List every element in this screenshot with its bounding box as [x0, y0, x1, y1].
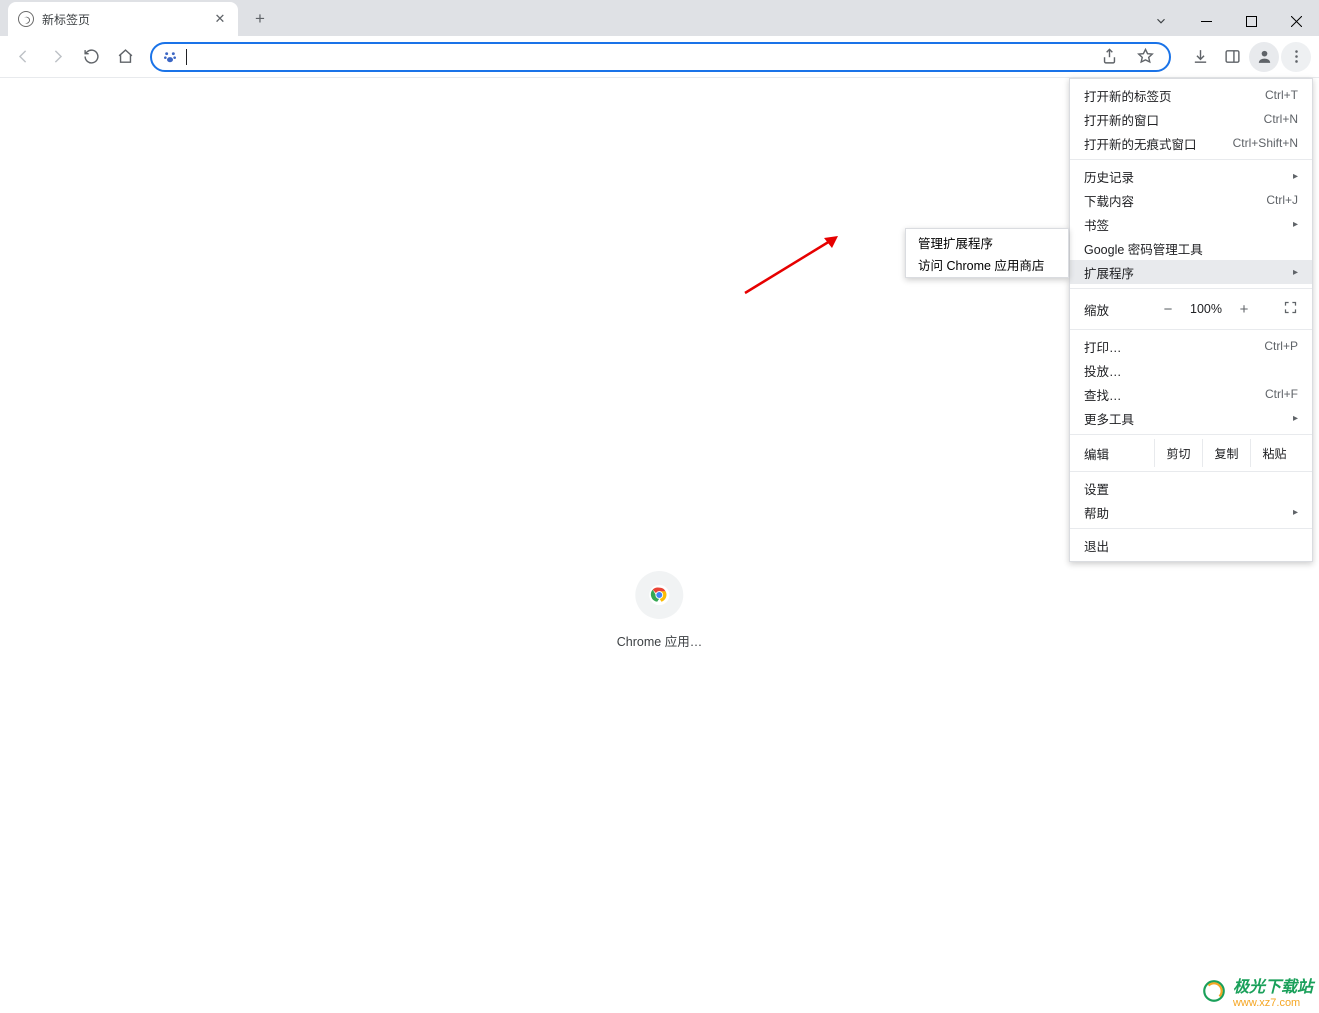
maximize-button[interactable] [1229, 6, 1274, 36]
chevron-down-icon[interactable] [1144, 6, 1178, 36]
sidepanel-icon[interactable] [1217, 42, 1247, 72]
edit-label: 编辑 [1084, 444, 1154, 463]
watermark-url: www.xz7.com [1233, 997, 1313, 1009]
watermark: 极光下载站 www.xz7.com [1201, 973, 1313, 1009]
zoom-label: 缩放 [1084, 300, 1154, 319]
menu-edit-row: 编辑 剪切 复制 粘贴 [1070, 439, 1312, 467]
share-icon[interactable] [1095, 43, 1123, 71]
menu-exit[interactable]: 退出 [1070, 533, 1312, 557]
menu-print[interactable]: 打印…Ctrl+P [1070, 334, 1312, 358]
browser-tab[interactable]: 新标签页 ✕ [8, 2, 238, 36]
minimize-button[interactable] [1184, 6, 1229, 36]
menu-cast[interactable]: 投放… [1070, 358, 1312, 382]
cut-button[interactable]: 剪切 [1154, 439, 1202, 467]
download-icon[interactable] [1185, 42, 1215, 72]
menu-downloads[interactable]: 下载内容Ctrl+J [1070, 188, 1312, 212]
menu-new-tab[interactable]: 打开新的标签页Ctrl+T [1070, 83, 1312, 107]
profile-avatar-icon[interactable] [1249, 42, 1279, 72]
tab-title: 新标签页 [42, 11, 212, 28]
shortcut-circle [636, 571, 684, 619]
titlebar: 新标签页 ✕ + [0, 0, 1319, 36]
menu-passwords[interactable]: Google 密码管理工具 [1070, 236, 1312, 260]
shortcut-label: Chrome 应用… [617, 631, 702, 650]
reload-button[interactable] [76, 42, 106, 72]
menu-find[interactable]: 查找…Ctrl+F [1070, 382, 1312, 406]
chrome-logo-icon [649, 584, 671, 606]
menu-separator [1070, 329, 1312, 330]
back-button [8, 42, 38, 72]
menu-settings[interactable]: 设置 [1070, 476, 1312, 500]
main-menu: 打开新的标签页Ctrl+T 打开新的窗口Ctrl+N 打开新的无痕式窗口Ctrl… [1069, 78, 1313, 562]
extensions-submenu: 管理扩展程序 访问 Chrome 应用商店 [905, 228, 1069, 278]
globe-icon [18, 11, 34, 27]
menu-separator [1070, 288, 1312, 289]
kebab-menu-button[interactable] [1281, 42, 1311, 72]
fullscreen-icon[interactable] [1283, 300, 1298, 318]
menu-separator [1070, 528, 1312, 529]
submenu-manage-extensions[interactable]: 管理扩展程序 [906, 231, 1068, 253]
search-engine-icon [162, 49, 178, 65]
menu-history[interactable]: 历史记录 [1070, 164, 1312, 188]
menu-new-window[interactable]: 打开新的窗口Ctrl+N [1070, 107, 1312, 131]
watermark-logo-icon [1201, 978, 1227, 1004]
annotation-arrow [740, 228, 850, 298]
menu-separator [1070, 159, 1312, 160]
paste-button[interactable]: 粘贴 [1250, 439, 1298, 467]
url-input[interactable] [195, 49, 1087, 65]
toolbar [0, 36, 1319, 78]
menu-extensions[interactable]: 扩展程序 [1070, 260, 1312, 284]
new-tab-button[interactable]: + [246, 5, 274, 33]
home-button[interactable] [110, 42, 140, 72]
menu-separator [1070, 434, 1312, 435]
window-controls [1144, 6, 1319, 36]
bookmark-star-icon[interactable] [1131, 43, 1159, 71]
menu-bookmarks[interactable]: 书签 [1070, 212, 1312, 236]
close-tab-icon[interactable]: ✕ [212, 11, 228, 27]
zoom-in-button[interactable]: + [1230, 301, 1258, 318]
menu-separator [1070, 471, 1312, 472]
menu-help[interactable]: 帮助 [1070, 500, 1312, 524]
chrome-apps-shortcut[interactable]: Chrome 应用… [617, 571, 702, 650]
forward-button [42, 42, 72, 72]
watermark-title: 极光下载站 [1233, 973, 1313, 997]
address-bar[interactable] [150, 42, 1171, 72]
close-window-button[interactable] [1274, 6, 1319, 36]
menu-zoom-row: 缩放 − 100% + [1070, 293, 1312, 325]
menu-more-tools[interactable]: 更多工具 [1070, 406, 1312, 430]
zoom-out-button[interactable]: − [1154, 301, 1182, 318]
text-caret [186, 49, 187, 65]
menu-incognito[interactable]: 打开新的无痕式窗口Ctrl+Shift+N [1070, 131, 1312, 155]
submenu-chrome-web-store[interactable]: 访问 Chrome 应用商店 [906, 253, 1068, 275]
copy-button[interactable]: 复制 [1202, 439, 1250, 467]
zoom-value: 100% [1182, 302, 1230, 316]
